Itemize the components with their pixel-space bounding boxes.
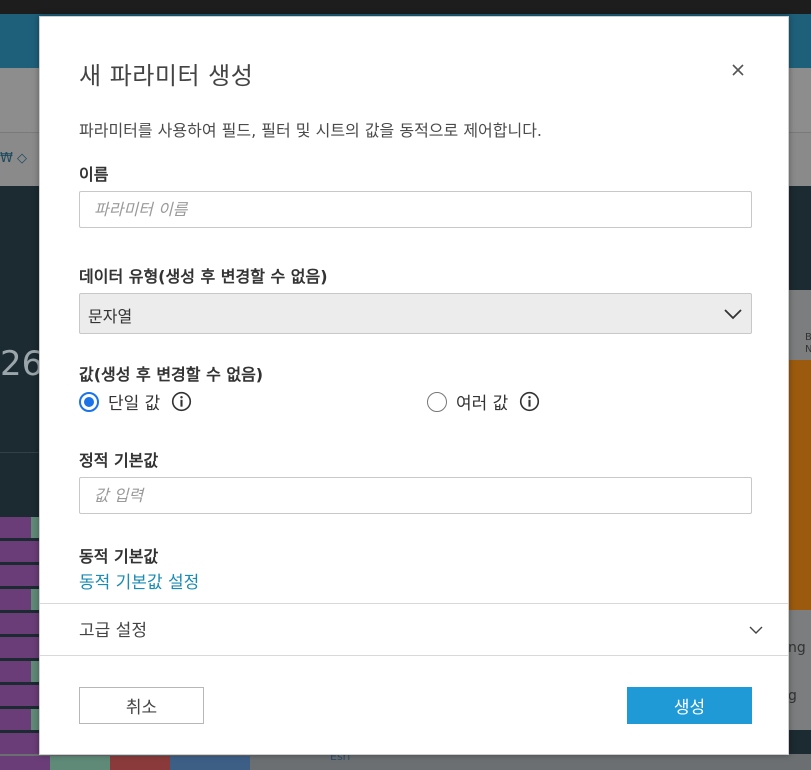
radio-multiple-values[interactable]: 여러 값 bbox=[427, 389, 540, 414]
toolbar-fragment: ₩ ◇ bbox=[0, 151, 27, 166]
dashboard-divider bbox=[0, 452, 40, 453]
dialog-title: 새 파라미터 생성 bbox=[79, 62, 254, 90]
bar bbox=[0, 661, 40, 682]
radio-multiple-label: 여러 값 bbox=[456, 394, 509, 414]
info-icon[interactable] bbox=[519, 391, 540, 412]
bar bbox=[0, 565, 40, 586]
bar bbox=[0, 541, 40, 562]
bar bbox=[0, 589, 40, 610]
map-fragment: B Na ng g bbox=[788, 290, 811, 730]
bar-chart-fragment bbox=[0, 517, 40, 757]
bottom-strip bbox=[0, 754, 811, 770]
map-label: B bbox=[805, 332, 811, 343]
chevron-down-icon bbox=[749, 626, 763, 634]
cancel-button[interactable]: 취소 bbox=[79, 687, 204, 724]
dialog-description: 파라미터를 사용하여 필드, 필터 및 시트의 값을 동적으로 제어합니다. bbox=[79, 121, 543, 140]
radio-single-value[interactable]: 단일 값 bbox=[79, 389, 192, 414]
browser-bar bbox=[0, 0, 811, 14]
data-type-label: 데이터 유형(생성 후 변경할 수 없음) bbox=[79, 267, 328, 286]
kpi-number-fragment: 26 bbox=[0, 344, 44, 384]
bar bbox=[0, 685, 40, 706]
bar bbox=[0, 733, 40, 754]
close-button[interactable] bbox=[726, 58, 750, 82]
map-label: Na bbox=[805, 344, 811, 355]
create-button[interactable]: 생성 bbox=[627, 687, 752, 724]
map-region bbox=[788, 360, 811, 610]
dynamic-default-label: 동적 기본값 bbox=[79, 547, 159, 566]
close-icon bbox=[732, 64, 744, 76]
bar bbox=[0, 637, 40, 658]
values-label: 값(생성 후 변경할 수 없음) bbox=[79, 365, 264, 384]
bar bbox=[0, 709, 40, 730]
dynamic-default-link[interactable]: 동적 기본값 설정 bbox=[79, 568, 199, 593]
static-default-input[interactable] bbox=[79, 477, 752, 514]
parameter-name-input[interactable] bbox=[79, 191, 752, 228]
map-label: g bbox=[788, 688, 797, 704]
chevron-down-icon bbox=[724, 309, 742, 320]
advanced-settings-toggle[interactable]: 고급 설정 bbox=[40, 603, 788, 656]
radio-unselected-indicator[interactable] bbox=[427, 391, 447, 412]
radio-selected-indicator[interactable] bbox=[79, 391, 99, 412]
map-label: ng bbox=[788, 640, 806, 656]
radio-single-label: 단일 값 bbox=[108, 394, 161, 414]
info-icon[interactable] bbox=[171, 391, 192, 412]
bar bbox=[0, 517, 40, 538]
data-type-select[interactable]: 문자열 bbox=[79, 293, 752, 334]
name-label: 이름 bbox=[79, 165, 109, 184]
static-default-label: 정적 기본값 bbox=[79, 451, 159, 470]
create-parameter-dialog: 새 파라미터 생성 파라미터를 사용하여 필드, 필터 및 시트의 값을 동적으… bbox=[39, 16, 789, 755]
advanced-settings-label: 고급 설정 bbox=[79, 621, 147, 641]
bar bbox=[0, 613, 40, 634]
data-type-value: 문자열 bbox=[88, 307, 133, 326]
